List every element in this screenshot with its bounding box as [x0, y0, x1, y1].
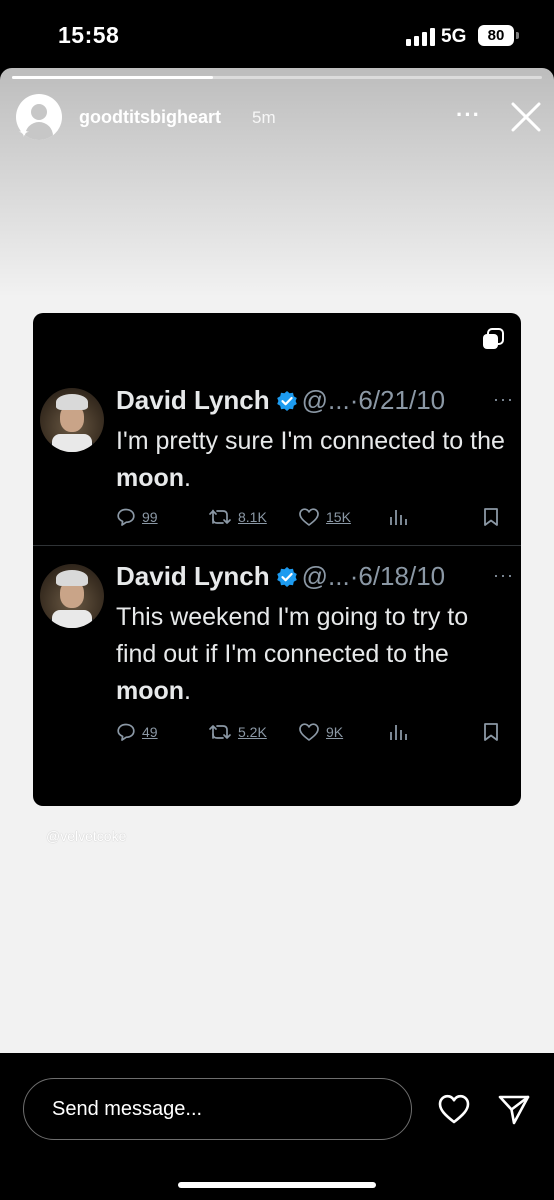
- retweet-action: 8.1K: [208, 504, 267, 530]
- network-type: 5G: [441, 26, 467, 47]
- tweet-header: David Lynch @...·6/21/10: [116, 385, 445, 419]
- send-message-input[interactable]: [23, 1078, 412, 1140]
- tweet-handle: @...: [301, 561, 350, 591]
- tweet-screenshot-card: David Lynch @...·6/21/10 ··· I'm pretty s…: [33, 313, 521, 806]
- battery-icon: 80: [478, 25, 514, 46]
- tweet: David Lynch @...·6/18/10 ··· This weekend…: [33, 549, 521, 783]
- heart-icon: [438, 1094, 470, 1124]
- battery-tip: [516, 32, 519, 39]
- story-timestamp: 5m: [252, 108, 276, 127]
- tweet-more-icon: ···: [493, 389, 514, 409]
- reply-count: 99: [142, 509, 158, 525]
- tweet-actions: 99 8.1K 15K: [116, 504, 506, 530]
- retweet-count: 8.1K: [238, 509, 267, 525]
- tweet-divider: [33, 545, 521, 546]
- like-action: 9K: [298, 719, 343, 745]
- home-indicator: [178, 1182, 376, 1188]
- reply-action: 49: [116, 719, 158, 745]
- reply-action: 99: [116, 504, 158, 530]
- bookmark-icon: [482, 504, 500, 530]
- send-icon: [498, 1095, 530, 1125]
- tweet-header: David Lynch @...·6/18/10: [116, 561, 445, 595]
- tweet-text: This weekend I'm going to try to find ou…: [116, 603, 469, 705]
- verified-badge-icon: [276, 388, 298, 419]
- close-icon[interactable]: [509, 100, 543, 134]
- verified-badge-icon: [276, 564, 298, 595]
- story-progress-fill: [12, 76, 214, 79]
- status-bar: 15:58 5G 80: [0, 0, 554, 68]
- tweet-handle: @...: [301, 385, 350, 415]
- views-icon: [388, 719, 408, 745]
- retweet-action: 5.2K: [208, 719, 267, 745]
- tweet-author-avatar: [40, 388, 104, 452]
- tweet-date: ·6/21/10: [349, 385, 446, 415]
- tweet-author-name: David Lynch: [116, 561, 270, 591]
- tweet-text: I'm pretty sure I'm connected to the moo…: [116, 427, 505, 492]
- signal-strength-icon: [406, 28, 436, 46]
- tweet-author-name: David Lynch: [116, 385, 270, 415]
- more-horizontal-icon[interactable]: ···: [456, 102, 482, 127]
- tweet-date: ·6/18/10: [349, 561, 446, 591]
- tweet-author-avatar: [40, 564, 104, 628]
- retweet-count: 5.2K: [238, 724, 267, 740]
- tweet-more-icon: ···: [493, 565, 514, 585]
- bookmark-icon: [482, 719, 500, 745]
- story-username[interactable]: goodtitsbigheart: [79, 107, 221, 128]
- story-progress-bar: [12, 76, 542, 79]
- like-count: 15K: [326, 509, 351, 525]
- sparkle-icon: ✦: [18, 124, 30, 140]
- heart-icon: [299, 508, 319, 526]
- heart-icon: [299, 723, 319, 741]
- copy-icon: [481, 327, 505, 351]
- story-reply-bar: [0, 1053, 554, 1200]
- reply-count: 49: [142, 724, 158, 740]
- story-viewer[interactable]: ✦ goodtitsbigheart 5m ··· David Lynch @..…: [0, 68, 554, 1053]
- retweet-icon: [209, 509, 231, 524]
- like-story-button[interactable]: [437, 1093, 471, 1125]
- tweet-actions: 49 5.2K 9K: [116, 719, 506, 745]
- story-header: ✦ goodtitsbigheart 5m ···: [0, 90, 554, 146]
- reply-icon: [117, 723, 135, 741]
- like-count: 9K: [326, 724, 344, 740]
- retweet-icon: [209, 725, 231, 739]
- send-button[interactable]: [497, 1092, 531, 1126]
- status-time: 15:58: [58, 22, 120, 48]
- watermark-text: @velvetcoke: [46, 828, 127, 844]
- reply-icon: [117, 508, 135, 526]
- like-action: 15K: [298, 504, 351, 530]
- views-icon: [388, 504, 408, 530]
